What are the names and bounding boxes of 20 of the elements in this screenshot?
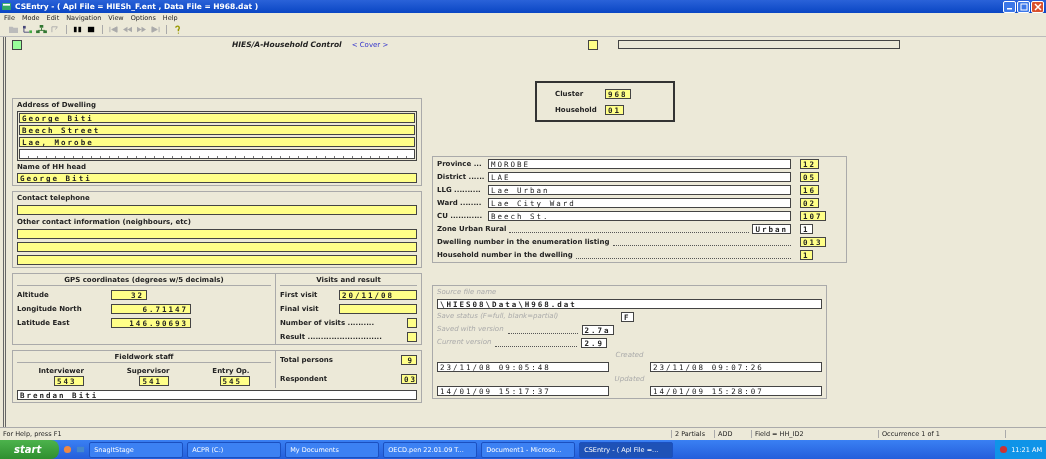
address-field[interactable] [19,149,415,159]
status-square [12,39,22,50]
status-square [588,39,599,50]
close-icon [1033,2,1042,11]
telephone-field[interactable] [17,205,417,215]
tray-icon [999,445,1009,454]
other-contact-field[interactable] [17,242,417,252]
maximize-button[interactable] [1017,0,1030,13]
stop-icon[interactable] [86,25,97,34]
minimize-icon [1007,8,1012,10]
close-button[interactable] [1031,0,1044,13]
network-icon[interactable] [36,25,47,34]
visit-field[interactable] [339,304,417,314]
other-contact-field[interactable] [17,255,417,265]
maximize-icon [1019,2,1028,11]
app-icon [2,3,11,10]
minimize-button[interactable] [1003,0,1016,13]
pause-icon[interactable] [72,25,83,34]
other-contact-field[interactable] [17,229,417,239]
tree-icon[interactable] [22,25,33,34]
